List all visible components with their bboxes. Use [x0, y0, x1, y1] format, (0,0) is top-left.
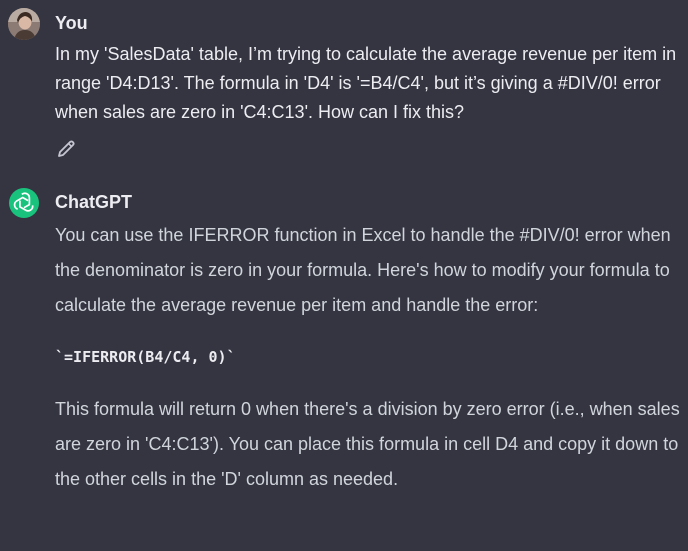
- user-author-name: You: [55, 13, 88, 33]
- user-avatar: [8, 8, 40, 40]
- chat-conversation: You In my 'SalesData' table, I’m trying …: [0, 0, 688, 551]
- chatgpt-avatar: [9, 188, 39, 218]
- assistant-paragraph: You can use the IFERROR function in Exce…: [55, 225, 671, 315]
- user-message-text: In my 'SalesData' table, I’m trying to c…: [55, 44, 677, 122]
- pencil-icon[interactable]: [55, 138, 77, 160]
- user-photo-icon: [8, 8, 40, 40]
- assistant-author-name: ChatGPT: [55, 192, 133, 212]
- assistant-message: You can use the IFERROR function in Exce…: [55, 218, 683, 497]
- openai-logo-icon: [13, 192, 34, 212]
- formula-code: `=IFERROR(B4/C4, 0)`: [55, 348, 236, 366]
- assistant-paragraph: This formula will return 0 when there's …: [55, 399, 680, 489]
